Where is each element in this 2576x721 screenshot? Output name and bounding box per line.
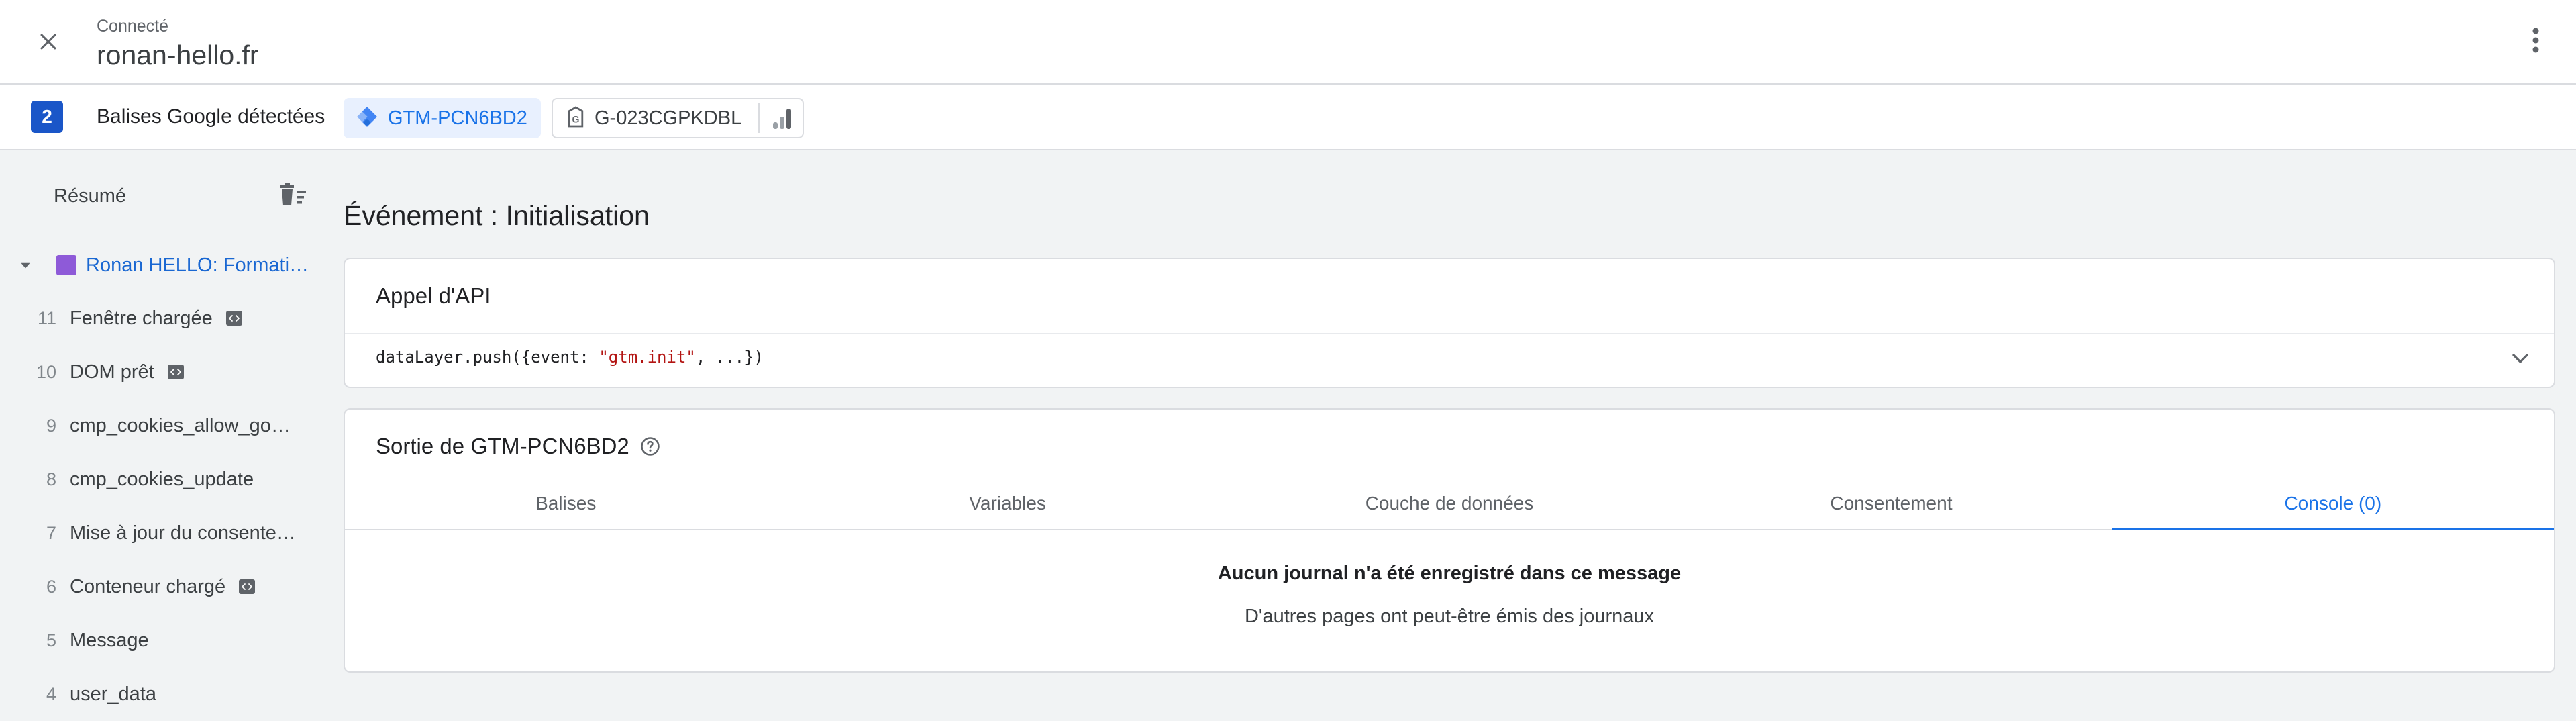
sidebar-event-item[interactable]: 9 cmp_cookies_allow_google_analytics [0,399,329,452]
code-string: "gtm.init" [599,348,696,367]
event-number: 4 [46,683,56,704]
tag-count-badge: 2 [31,101,63,133]
event-number: 9 [46,415,56,436]
event-number: 5 [46,630,56,651]
event-number: 11 [37,307,56,328]
code-badge-icon [167,365,184,379]
output-tabs: Balises Variables Couche de données Consent… [345,478,2555,530]
sidebar-event-item[interactable]: 8 cmp_cookies_update [0,452,329,506]
empty-console-title: Aucun journal n'a été enregistré dans ce… [1217,563,1682,584]
output-title-row: Sortie de GTM-PCN6BD2 [376,434,660,459]
sidebar-event-item[interactable]: 4 user_data [0,667,329,721]
sidebar-event-item[interactable]: 10 DOM prêt [0,345,329,399]
event-number: 7 [46,522,56,543]
api-call-card: Appel d'API dataLayer.push({event: "gtm.… [344,258,2555,388]
top-header: Connecté ronan-hello.fr [0,0,2576,85]
output-tab[interactable]: Consentement [1670,478,2112,529]
code-badge-icon [239,579,256,594]
event-number: 6 [46,576,56,597]
tags-detected-label: Balises Google détectées [97,105,325,128]
api-call-code[interactable]: dataLayer.push({event: "gtm.init", ...}) [376,348,764,367]
sidebar-event-item[interactable]: 7 Mise à jour du consentement [0,506,329,560]
event-name: user_data [70,683,156,705]
more-options-button[interactable] [2514,20,2557,63]
expand-api-button[interactable] [2507,345,2534,375]
sidebar-event-item[interactable]: 5 Message [0,614,329,667]
api-call-title: Appel d'API [376,283,491,308]
event-title: Événement : Initialisation [344,200,650,231]
event-name: DOM prêt [70,360,154,383]
page-color-square [56,255,76,275]
ga-tag-id: G-023CGPKDBL [595,107,742,129]
clear-list-icon [278,183,309,213]
event-name: Conteneur chargé [70,575,226,597]
empty-console-subtitle: D'autres pages ont peut-être émis des jo… [1244,606,1655,627]
output-tab[interactable]: Balises [345,478,786,529]
output-tab[interactable]: Variables [786,478,1228,529]
close-button[interactable] [27,21,70,64]
event-number: 8 [46,469,56,489]
google-tag-icon: G [566,105,585,132]
sidebar-event-item[interactable]: 11 Fenêtre chargée [0,291,329,345]
google-tags-bar: 2 Balises Google détectées GTM-PCN6BD2 G… [0,85,2576,150]
sidebar-root-label: Ronan HELLO: Formation Analytic... [86,254,314,276]
caret-down-icon[interactable] [16,256,35,275]
site-name: ronan-hello.fr [97,40,259,70]
output-title: Sortie de GTM-PCN6BD2 [376,434,629,459]
more-vert-icon [2532,27,2540,57]
tag-output-card: Sortie de GTM-PCN6BD2 Balises Variables Co… [344,408,2555,673]
summary-label[interactable]: Résumé [54,185,126,207]
gtm-container-id: GTM-PCN6BD2 [388,107,527,129]
sidebar-event-item[interactable]: 6 Conteneur chargé [0,560,329,614]
event-name: Message [70,629,149,651]
close-icon [37,30,60,56]
code-suffix: , ...}) [695,348,764,367]
svg-text:G: G [572,113,580,124]
code-prefix: dataLayer.push({event: [376,348,599,367]
ga-tag-chip[interactable]: G G-023CGPKDBL [552,98,804,138]
event-sidebar: Résumé Ronan HELLO: Formation Analytic..… [0,150,329,705]
sidebar-root-page[interactable]: Ronan HELLO: Formation Analytic... [16,250,318,281]
gtm-container-chip[interactable]: GTM-PCN6BD2 [344,98,541,138]
code-badge-icon [225,311,242,326]
api-divider [345,333,2554,334]
analytics-bars-icon [769,105,796,135]
event-name: Fenêtre chargée [70,307,213,329]
output-tab[interactable]: Console (0) [2112,478,2555,530]
help-icon[interactable] [640,436,660,456]
event-number: 10 [36,361,56,382]
event-list: 11 Fenêtre chargée 10 DOM prêt 9 cmp_cookies_… [0,291,329,721]
gtm-diamond-icon [356,105,378,132]
event-name: cmp_cookies_update [70,468,254,490]
chevron-down-icon [2507,354,2534,375]
output-tab[interactable]: Couche de données [1229,478,1670,529]
event-name: Mise à jour du consentement [70,522,298,544]
chip-divider [758,103,760,133]
connection-status: Connecté [97,17,169,36]
clear-list-button[interactable] [278,183,309,214]
event-name: cmp_cookies_allow_google_analytics [70,414,298,436]
connection-info: Connecté ronan-hello.fr [97,15,259,73]
